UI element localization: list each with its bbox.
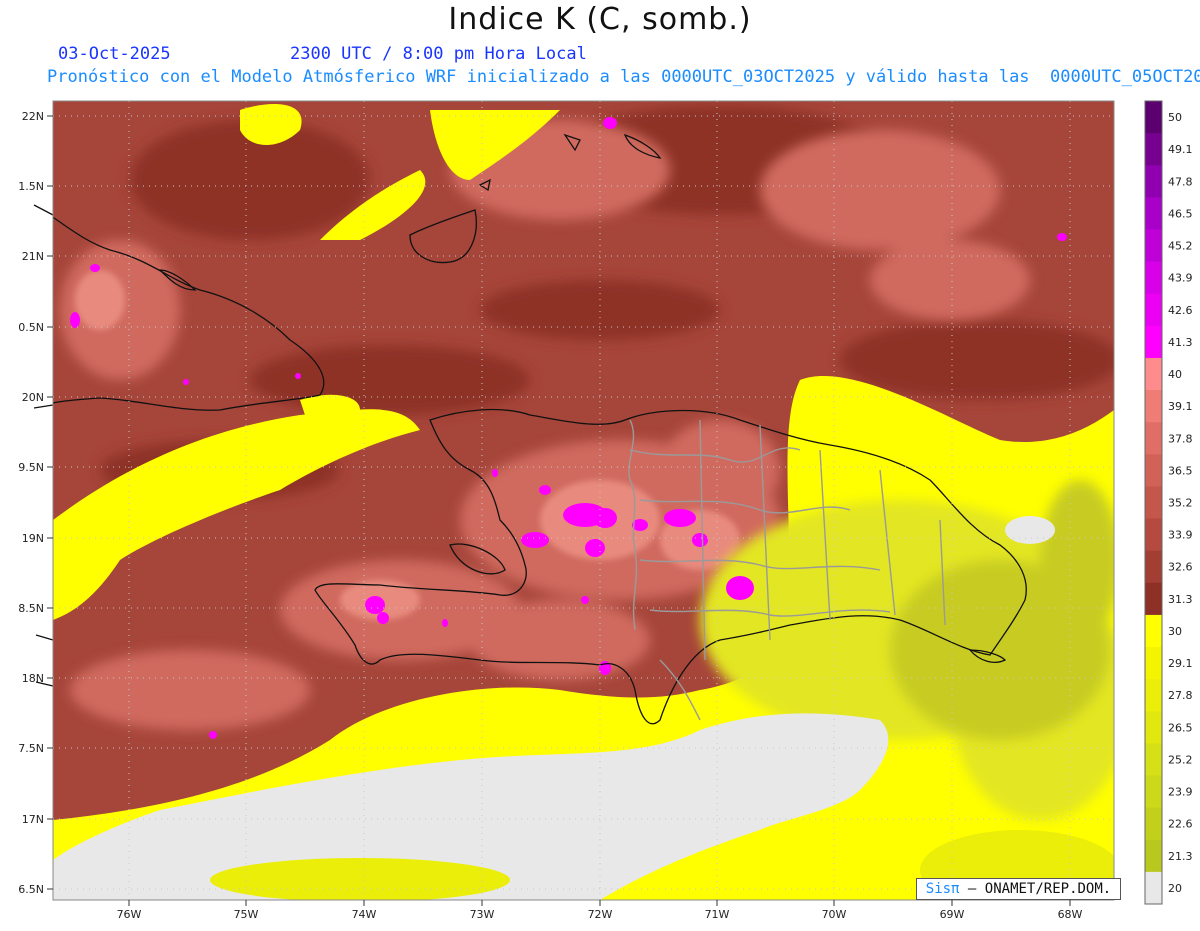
colorbar-label: 20 xyxy=(1168,882,1182,895)
colorbar-label: 36.5 xyxy=(1168,464,1193,477)
colorbar-label: 50 xyxy=(1168,111,1182,124)
lon-label: 72W xyxy=(588,908,613,921)
colorbar-segment xyxy=(1145,293,1162,327)
lat-label: 22N xyxy=(22,110,44,123)
colorbar-legend: 50 49.1 47.8 46.5 45.2 43.9 42.6 41.3 40 39.1 37.8… xyxy=(1144,100,1193,905)
map-area: 22N 1.5N 21N 0.5N 20N 9.5N 19N 8.5N 18N 7.5N 17N 6.… xyxy=(0,0,1200,927)
colorbar-label: 40 xyxy=(1168,368,1182,381)
colorbar-segment xyxy=(1145,454,1162,487)
colorbar-segment xyxy=(1145,261,1162,295)
lat-label: 7.5N xyxy=(18,742,44,755)
latitude-axis: 22N 1.5N 21N 0.5N 20N 9.5N 19N 8.5N 18N 7.5N 17N 6.… xyxy=(18,110,53,896)
colorbar-label: 21.3 xyxy=(1168,850,1193,863)
credit-box: Sisπ – ONAMET/REP.DOM. xyxy=(916,878,1121,900)
colorbar-label: 41.3 xyxy=(1168,336,1193,349)
colorbar-segment xyxy=(1145,550,1162,584)
lon-label: 70W xyxy=(822,908,847,921)
colorbar-label: 25.2 xyxy=(1168,753,1193,766)
colorbar-segment xyxy=(1145,422,1162,455)
lat-label: 19N xyxy=(22,532,44,545)
sis-logo-text: Sisπ xyxy=(925,881,960,897)
colorbar-segment xyxy=(1145,839,1162,873)
colorbar-segment xyxy=(1145,486,1162,520)
colorbar-label: 26.5 xyxy=(1168,721,1193,734)
colorbar-label: 32.6 xyxy=(1168,561,1193,574)
lat-label: 8.5N xyxy=(18,602,44,615)
lat-label: 21N xyxy=(22,250,44,263)
lon-label: 68W xyxy=(1058,908,1083,921)
k-index-field xyxy=(53,101,1114,900)
colorbar-segment xyxy=(1145,647,1162,680)
lon-label: 73W xyxy=(470,908,495,921)
colorbar-segment xyxy=(1145,711,1162,744)
colorbar-segment xyxy=(1145,679,1162,712)
lon-label: 76W xyxy=(117,908,142,921)
lat-label: 20N xyxy=(22,391,44,404)
lon-label: 71W xyxy=(705,908,730,921)
colorbar-segment xyxy=(1145,807,1162,841)
colorbar-label: 46.5 xyxy=(1168,207,1193,220)
colorbar-segment xyxy=(1145,743,1162,777)
colorbar-segment xyxy=(1145,133,1162,166)
lon-label: 74W xyxy=(352,908,377,921)
colorbar-segment xyxy=(1145,197,1162,230)
colorbar-segment xyxy=(1145,325,1162,359)
lat-label: 9.5N xyxy=(18,461,44,474)
lat-label: 18N xyxy=(22,672,44,685)
colorbar-segment xyxy=(1145,229,1162,263)
colorbar-label: 22.6 xyxy=(1168,818,1193,831)
colorbar-segment xyxy=(1145,614,1162,648)
colorbar-segment xyxy=(1145,775,1162,809)
colorbar-label: 29.1 xyxy=(1168,657,1193,670)
colorbar-label: 31.3 xyxy=(1168,593,1193,606)
colorbar-label: 39.1 xyxy=(1168,400,1193,413)
lat-label: 6.5N xyxy=(18,883,44,896)
colorbar-segment xyxy=(1145,518,1162,552)
colorbar-label: 49.1 xyxy=(1168,143,1193,156)
colorbar-label: 35.2 xyxy=(1168,497,1193,510)
colorbar-label: 47.8 xyxy=(1168,175,1193,188)
longitude-axis: 76W 75W 74W 73W 72W 71W 70W 69W 68W xyxy=(117,900,1083,921)
lat-label: 17N xyxy=(22,813,44,826)
colorbar-label: 33.9 xyxy=(1168,529,1193,542)
lat-label: 0.5N xyxy=(18,321,44,334)
credit-text: – ONAMET/REP.DOM. xyxy=(967,881,1112,897)
colorbar-label: 43.9 xyxy=(1168,272,1193,285)
colorbar-segment xyxy=(1145,582,1162,616)
colorbar-label: 23.9 xyxy=(1168,786,1193,799)
colorbar-label: 45.2 xyxy=(1168,240,1193,253)
lon-label: 75W xyxy=(234,908,259,921)
colorbar-segment xyxy=(1145,357,1162,391)
colorbar-label: 37.8 xyxy=(1168,432,1193,445)
colorbar-segment xyxy=(1145,390,1162,423)
lon-label: 69W xyxy=(940,908,965,921)
lat-label: 1.5N xyxy=(18,180,44,193)
colorbar-label: 27.8 xyxy=(1168,689,1193,702)
colorbar-label: 30 xyxy=(1168,625,1182,638)
colorbar-label: 42.6 xyxy=(1168,304,1193,317)
colorbar-segment xyxy=(1145,871,1162,905)
colorbar-segment xyxy=(1145,101,1162,134)
colorbar-segment xyxy=(1145,165,1162,198)
